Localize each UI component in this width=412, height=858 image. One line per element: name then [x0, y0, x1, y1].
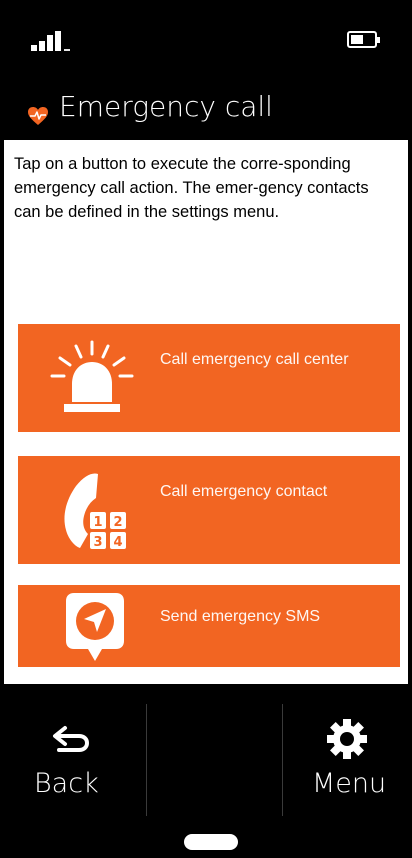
signal-icon — [31, 31, 71, 51]
page-header: Emergency call — [4, 84, 408, 139]
bottom-nav-bar: Back Menu — [4, 684, 408, 854]
send-emergency-sms-button[interactable]: Send emergency SMS — [18, 585, 400, 667]
location-message-icon — [66, 593, 124, 661]
nav-divider — [146, 704, 147, 816]
menu-label: Menu — [312, 768, 387, 799]
svg-text:3: 3 — [93, 535, 102, 550]
back-label: Back — [34, 768, 99, 799]
gear-icon — [327, 719, 367, 759]
svg-text:2: 2 — [113, 515, 122, 530]
svg-text:1: 1 — [93, 515, 102, 530]
send-emergency-sms-label: Send emergency SMS — [160, 608, 321, 625]
battery-icon — [347, 31, 380, 48]
home-indicator[interactable] — [184, 834, 238, 850]
call-emergency-contact-label: Call emergency contact — [160, 483, 328, 500]
phone-keypad-icon: 1 2 3 4 — [64, 473, 126, 550]
back-button[interactable]: Back — [4, 684, 144, 834]
page-title: Emergency call — [59, 90, 273, 123]
menu-button[interactable]: Menu — [284, 684, 408, 834]
call-emergency-center-label: Call emergency call center — [160, 351, 349, 368]
call-emergency-center-button[interactable]: Call emergency call center — [18, 324, 400, 432]
heart-pulse-icon — [28, 107, 48, 125]
call-emergency-contact-button[interactable]: 1 2 3 4 Call emergency contact — [18, 456, 400, 564]
instructions-text: Tap on a button to execute the corre-spo… — [14, 155, 369, 221]
siren-icon — [50, 340, 134, 412]
phone-screen: Emergency call Tap on a button to execut… — [4, 4, 408, 854]
svg-text:4: 4 — [113, 535, 122, 550]
content-area: Tap on a button to execute the corre-spo… — [4, 140, 408, 684]
nav-divider — [282, 704, 283, 816]
back-arrow-icon — [53, 726, 90, 752]
